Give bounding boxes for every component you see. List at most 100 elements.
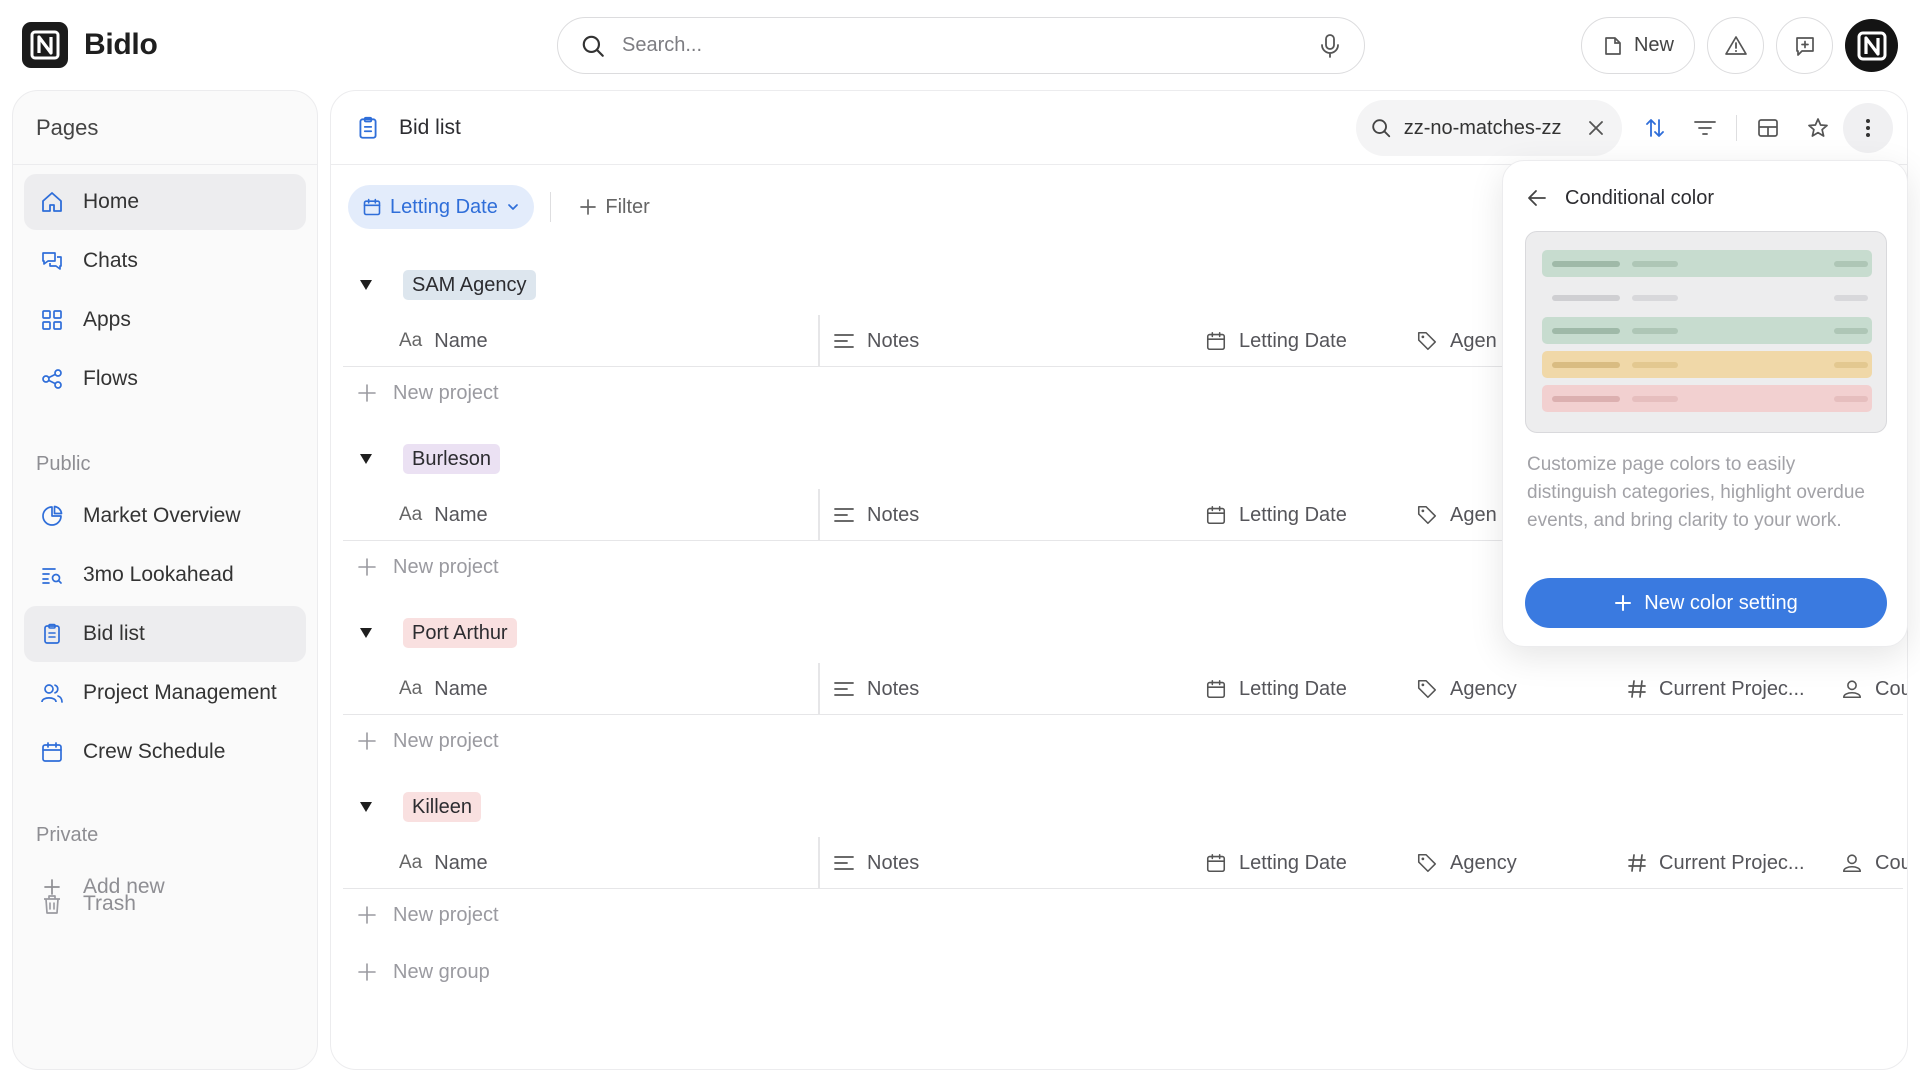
column-header-notes[interactable]: Notes	[833, 315, 919, 367]
calendar-icon	[1205, 330, 1227, 352]
sidebar-item-home[interactable]: Home	[24, 174, 306, 230]
list-search-icon	[39, 563, 65, 587]
column-header-current-projects[interactable]: Current Projec...	[1627, 837, 1805, 889]
calendar-icon	[362, 197, 382, 217]
group-by-chip[interactable]: Letting Date	[348, 185, 534, 229]
back-arrow-icon[interactable]	[1527, 189, 1547, 207]
user-avatar[interactable]	[1845, 19, 1898, 72]
plus-icon	[357, 383, 377, 403]
group-by-label: Letting Date	[390, 195, 498, 218]
global-search[interactable]: Search...	[557, 17, 1365, 74]
clear-search-icon[interactable]	[1588, 120, 1604, 136]
search-icon	[1370, 117, 1392, 139]
column-header-notes[interactable]: Notes	[833, 489, 919, 541]
sidebar-item-project-management[interactable]: Project Management	[24, 665, 306, 721]
sidebar-item-chats[interactable]: Chats	[24, 233, 306, 289]
column-header-agency[interactable]: Agen	[1416, 315, 1497, 367]
notes-lines-icon	[833, 679, 855, 699]
column-header-agency[interactable]: Agen	[1416, 489, 1497, 541]
column-divider[interactable]	[818, 489, 820, 541]
home-icon	[39, 190, 65, 214]
tag-icon	[1416, 504, 1438, 526]
column-header-letting-date[interactable]: Letting Date	[1205, 663, 1347, 715]
column-header-letting-date[interactable]: Letting Date	[1205, 489, 1347, 541]
column-header-cou[interactable]: Cou	[1841, 837, 1907, 889]
favorite-button[interactable]	[1793, 100, 1843, 156]
tag-icon	[1416, 678, 1438, 700]
page-title-text: Bid list	[399, 116, 461, 139]
filter-divider	[549, 192, 552, 222]
column-header-name[interactable]: Aa Name	[399, 837, 488, 889]
sidebar-item-flows[interactable]: Flows	[24, 351, 306, 407]
sidebar-item-crew-schedule[interactable]: Crew Schedule	[24, 724, 306, 780]
header-tools: zz-no-matches-zz	[1355, 100, 1893, 156]
column-header-notes[interactable]: Notes	[833, 837, 919, 889]
layout-button[interactable]	[1743, 100, 1793, 156]
table-search-input[interactable]: zz-no-matches-zz	[1404, 117, 1562, 140]
column-header-row: Aa Name Notes Letting Date Agency Current…	[343, 837, 1907, 889]
microphone-icon[interactable]	[1318, 33, 1342, 59]
top-bar: Bidlo Search... New	[0, 0, 1920, 90]
new-page-button[interactable]: New	[1580, 17, 1695, 74]
sort-button[interactable]	[1630, 100, 1680, 156]
search-icon	[580, 33, 606, 59]
conditional-color-popover: Conditional color Customize page colors …	[1502, 160, 1908, 647]
column-divider[interactable]	[818, 837, 820, 889]
new-project-button[interactable]: New project	[343, 715, 499, 767]
column-divider[interactable]	[818, 663, 820, 715]
alerts-button[interactable]	[1707, 17, 1764, 74]
sidebar-item-label: 3mo Lookahead	[83, 563, 234, 586]
app-name: Bidlo	[84, 28, 158, 61]
new-project-button[interactable]: New project	[343, 889, 499, 941]
column-header-letting-date[interactable]: Letting Date	[1205, 837, 1347, 889]
plus-icon	[579, 198, 597, 216]
column-header-agency[interactable]: Agency	[1416, 663, 1517, 715]
group-tag[interactable]: Port Arthur	[403, 618, 517, 648]
column-header-cou[interactable]: Cou	[1841, 663, 1907, 715]
notes-lines-icon	[833, 505, 855, 525]
group-tag[interactable]: Killeen	[403, 792, 482, 822]
sidebar-item-3mo-lookahead[interactable]: 3mo Lookahead	[24, 547, 306, 603]
new-project-button[interactable]: New project	[343, 367, 499, 419]
sidebar-item-market-overview[interactable]: Market Overview	[24, 488, 306, 544]
column-divider[interactable]	[818, 315, 820, 367]
sidebar-item-bid-list[interactable]: Bid list	[24, 606, 306, 662]
filter-toggle-button[interactable]	[1680, 100, 1730, 156]
sort-icon	[1644, 117, 1666, 139]
sidebar-public-nav: Market Overview 3mo Lookahead Bid list P…	[13, 488, 317, 780]
preview-row	[1542, 250, 1872, 277]
column-header-name[interactable]: Aa Name	[399, 489, 488, 541]
sidebar-item-label: Flows	[83, 367, 138, 390]
message-plus-icon	[1793, 34, 1817, 58]
new-project-button[interactable]: New project	[343, 541, 499, 593]
new-color-setting-button[interactable]: New color setting	[1525, 578, 1887, 628]
more-options-button[interactable]	[1843, 103, 1893, 153]
app-logo[interactable]: Bidlo	[22, 22, 158, 68]
column-header-current-projects[interactable]: Current Projec...	[1627, 663, 1805, 715]
collapse-triangle-icon[interactable]	[351, 279, 381, 291]
collapse-triangle-icon[interactable]	[351, 627, 381, 639]
new-group-button[interactable]: New group	[357, 946, 490, 998]
sidebar-item-label: Crew Schedule	[83, 740, 226, 763]
group-tag[interactable]: Burleson	[403, 444, 500, 474]
search-input[interactable]: Search...	[622, 34, 1318, 57]
table-search[interactable]: zz-no-matches-zz	[1355, 100, 1622, 156]
collapse-triangle-icon[interactable]	[351, 453, 381, 465]
apps-icon	[39, 308, 65, 332]
column-header-name[interactable]: Aa Name	[399, 663, 488, 715]
feedback-button[interactable]	[1776, 17, 1833, 74]
text-type-icon: Aa	[399, 678, 423, 699]
popover-header: Conditional color	[1527, 179, 1714, 217]
group-header: Burleson	[343, 437, 500, 481]
column-header-agency[interactable]: Agency	[1416, 837, 1517, 889]
layout-icon	[1757, 117, 1779, 139]
group-tag[interactable]: SAM Agency	[403, 270, 536, 300]
column-header-name[interactable]: Aa Name	[399, 315, 488, 367]
column-header-notes[interactable]: Notes	[833, 663, 919, 715]
sidebar-item-apps[interactable]: Apps	[24, 292, 306, 348]
more-vertical-icon	[1865, 117, 1871, 139]
sidebar-item-trash[interactable]: Trash	[24, 876, 306, 932]
add-filter-button[interactable]: Filter	[567, 196, 661, 219]
collapse-triangle-icon[interactable]	[351, 801, 381, 813]
column-header-letting-date[interactable]: Letting Date	[1205, 315, 1347, 367]
